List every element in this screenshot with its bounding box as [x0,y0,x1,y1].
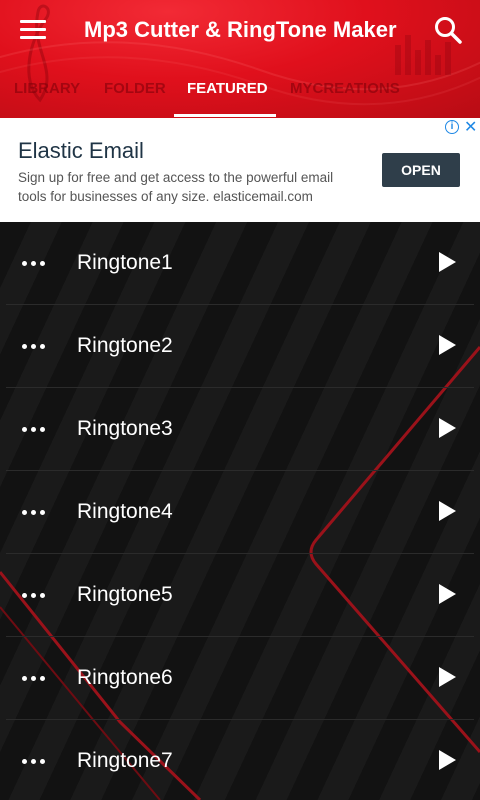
tab-featured[interactable]: FEATURED [187,80,268,97]
ringtone-label: Ringtone7 [77,749,173,772]
ringtone-label: Ringtone4 [77,500,173,523]
more-options-icon[interactable] [22,586,48,604]
more-options-icon[interactable] [22,337,48,355]
menu-icon[interactable] [20,18,46,42]
play-icon[interactable] [434,250,458,274]
ringtone-label: Ringtone2 [77,334,173,357]
search-icon[interactable] [432,14,464,46]
play-icon[interactable] [434,665,458,689]
ad-info-icon[interactable]: i [445,120,459,134]
list-item[interactable]: Ringtone7 [0,720,480,800]
list-item[interactable]: Ringtone6 [0,637,480,720]
ringtone-label: Ringtone5 [77,583,173,606]
ringtone-list[interactable]: Ringtone1 Ringtone2 Ringtone3 Ringtone4 … [0,222,480,800]
tab-mycreations[interactable]: MYCREATIONS [290,80,400,97]
list-item[interactable]: Ringtone5 [0,554,480,637]
tab-library[interactable]: LIBRARY [14,80,80,97]
ad-open-button[interactable]: OPEN [382,153,460,187]
ad-banner[interactable]: i ✕ Elastic Email Sign up for free and g… [0,118,480,222]
play-icon[interactable] [434,582,458,606]
list-item[interactable]: Ringtone4 [0,471,480,554]
list-item[interactable]: Ringtone2 [0,305,480,388]
play-icon[interactable] [434,748,458,772]
active-tab-indicator [174,114,276,117]
more-options-icon[interactable] [22,420,48,438]
ringtone-label: Ringtone1 [77,251,173,274]
ringtone-label: Ringtone6 [77,666,173,689]
ringtone-label: Ringtone3 [77,417,173,440]
play-icon[interactable] [434,333,458,357]
more-options-icon[interactable] [22,503,48,521]
app-title: Mp3 Cutter & RingTone Maker [84,17,397,42]
list-item[interactable]: Ringtone1 [0,222,480,305]
ad-close-icon[interactable]: ✕ [464,117,477,137]
list-item[interactable]: Ringtone3 [0,388,480,471]
play-icon[interactable] [434,416,458,440]
app-bar: Mp3 Cutter & RingTone Maker LIBRARY FOLD… [0,0,480,118]
ad-description: Sign up for free and get access to the p… [18,170,334,204]
play-icon[interactable] [434,499,458,523]
tab-folder[interactable]: FOLDER [104,80,166,97]
ad-title[interactable]: Elastic Email [18,138,144,164]
more-options-icon[interactable] [22,669,48,687]
more-options-icon[interactable] [22,752,48,770]
tab-bar: LIBRARY FOLDER FEATURED MYCREATIONS [0,74,480,118]
more-options-icon[interactable] [22,254,48,272]
